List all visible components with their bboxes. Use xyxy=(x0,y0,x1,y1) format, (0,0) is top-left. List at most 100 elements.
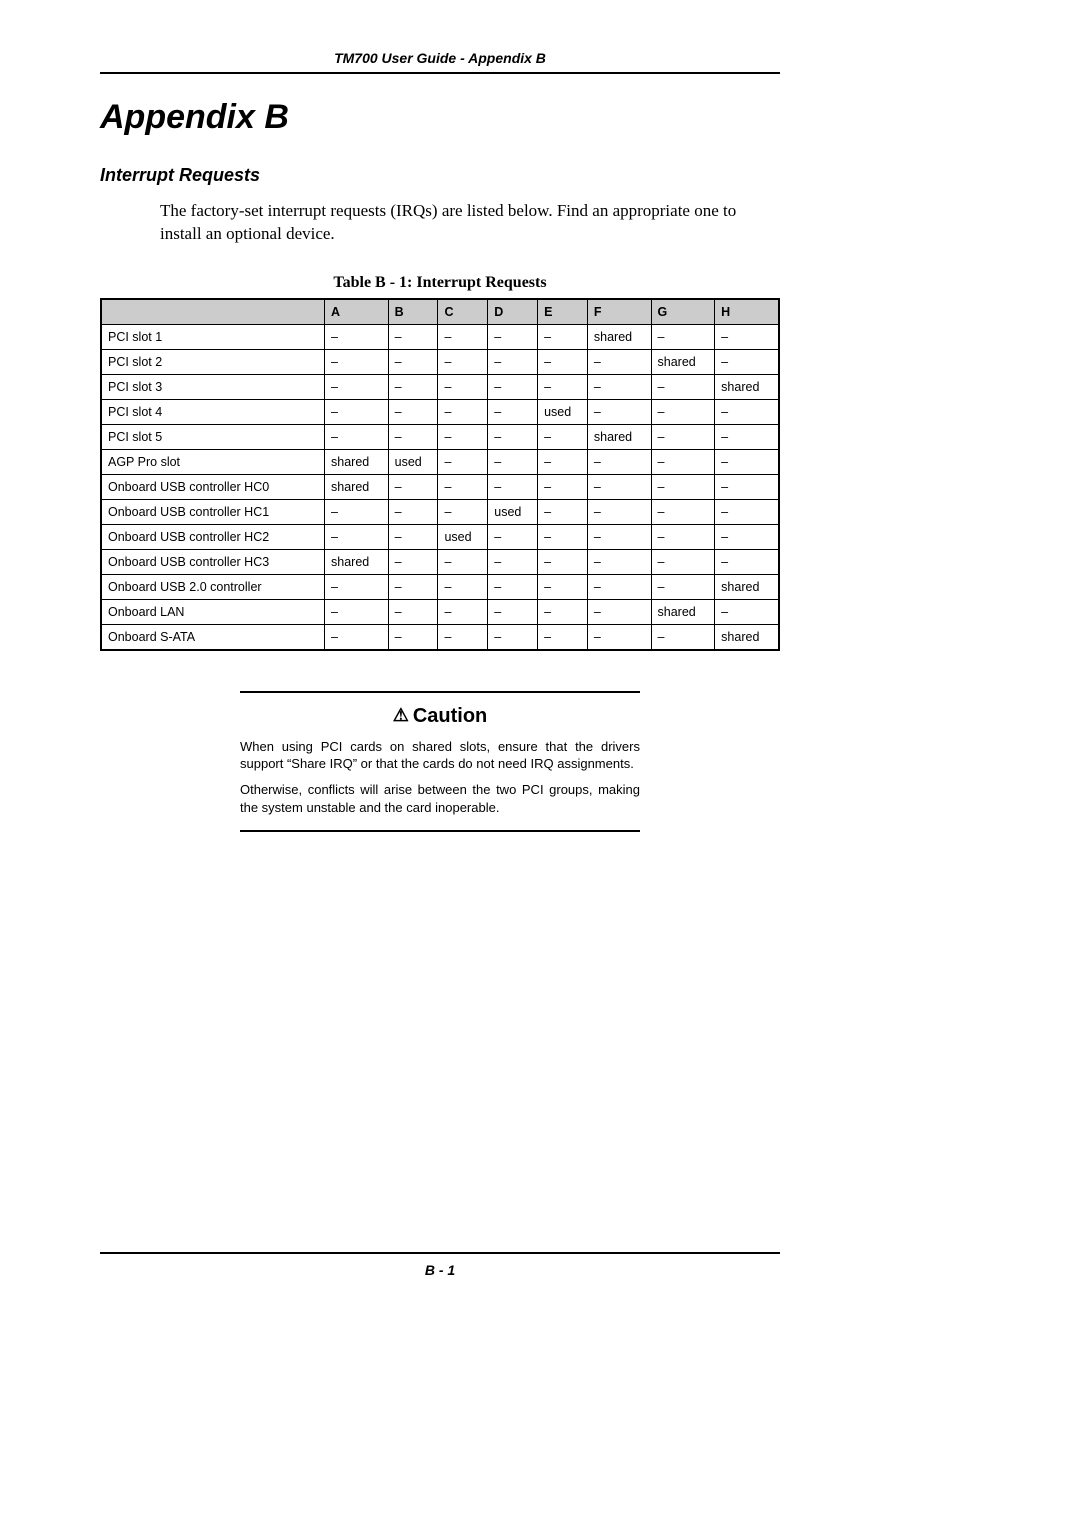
table-cell: used xyxy=(388,449,438,474)
table-cell: – xyxy=(488,549,538,574)
col-header-f: F xyxy=(587,299,651,325)
warning-triangle-icon: ⚠ xyxy=(393,705,409,726)
row-label: Onboard S-ATA xyxy=(101,624,325,650)
table-cell: – xyxy=(388,524,438,549)
table-cell: – xyxy=(438,474,488,499)
col-header-h: H xyxy=(715,299,779,325)
table-cell: – xyxy=(388,549,438,574)
table-cell: – xyxy=(438,574,488,599)
row-label: AGP Pro slot xyxy=(101,449,325,474)
table-cell: – xyxy=(715,399,779,424)
table-row: PCI slot 4––––used––– xyxy=(101,399,779,424)
table-cell: – xyxy=(438,624,488,650)
table-cell: shared xyxy=(325,474,389,499)
col-header-d: D xyxy=(488,299,538,325)
intro-paragraph: The factory-set interrupt requests (IRQs… xyxy=(160,200,780,246)
table-cell: – xyxy=(715,324,779,349)
table-row: Onboard LAN––––––shared– xyxy=(101,599,779,624)
table-cell: – xyxy=(715,349,779,374)
table-cell: – xyxy=(651,624,715,650)
table-cell: – xyxy=(538,499,588,524)
section-heading: Interrupt Requests xyxy=(100,165,780,186)
table-row: Onboard USB controller HC1–––used–––– xyxy=(101,499,779,524)
caution-paragraph-1: When using PCI cards on shared slots, en… xyxy=(240,738,640,773)
row-label: PCI slot 2 xyxy=(101,349,325,374)
table-cell: – xyxy=(325,599,389,624)
table-cell: – xyxy=(438,324,488,349)
table-cell: – xyxy=(388,349,438,374)
col-header-blank xyxy=(101,299,325,325)
table-cell: – xyxy=(538,324,588,349)
table-cell: – xyxy=(325,374,389,399)
table-cell: – xyxy=(587,374,651,399)
table-cell: – xyxy=(651,399,715,424)
table-cell: – xyxy=(538,349,588,374)
table-cell: – xyxy=(488,574,538,599)
table-cell: – xyxy=(538,374,588,399)
table-cell: – xyxy=(325,499,389,524)
table-cell: – xyxy=(651,549,715,574)
table-cell: shared xyxy=(325,549,389,574)
table-cell: – xyxy=(587,624,651,650)
table-cell: – xyxy=(715,549,779,574)
table-cell: shared xyxy=(587,424,651,449)
table-row: PCI slot 5–––––shared–– xyxy=(101,424,779,449)
table-cell: – xyxy=(651,424,715,449)
table-row: AGP Pro slotsharedused–––––– xyxy=(101,449,779,474)
table-cell: – xyxy=(587,399,651,424)
table-cell: – xyxy=(325,399,389,424)
page-footer: B - 1 xyxy=(100,1252,780,1278)
table-cell: – xyxy=(488,324,538,349)
caution-bottom-rule xyxy=(240,830,640,832)
table-cell: – xyxy=(587,599,651,624)
table-cell: – xyxy=(488,374,538,399)
table-cell: – xyxy=(538,524,588,549)
table-cell: – xyxy=(651,324,715,349)
table-cell: – xyxy=(438,499,488,524)
table-cell: – xyxy=(488,599,538,624)
table-row: Onboard USB controller HC0shared––––––– xyxy=(101,474,779,499)
table-cell: shared xyxy=(715,574,779,599)
row-label: Onboard USB controller HC1 xyxy=(101,499,325,524)
col-header-b: B xyxy=(388,299,438,325)
table-caption: Table B - 1: Interrupt Requests xyxy=(100,274,780,292)
table-cell: – xyxy=(651,449,715,474)
table-cell: – xyxy=(438,399,488,424)
table-cell: – xyxy=(325,424,389,449)
table-cell: – xyxy=(715,599,779,624)
page-number: B - 1 xyxy=(425,1262,455,1278)
table-cell: – xyxy=(587,449,651,474)
table-row: Onboard S-ATA–––––––shared xyxy=(101,624,779,650)
table-cell: – xyxy=(488,524,538,549)
table-cell: – xyxy=(715,474,779,499)
table-cell: – xyxy=(388,599,438,624)
table-cell: – xyxy=(488,349,538,374)
table-cell: – xyxy=(538,424,588,449)
table-cell: – xyxy=(538,549,588,574)
table-cell: used xyxy=(488,499,538,524)
table-row: PCI slot 1–––––shared–– xyxy=(101,324,779,349)
running-head: TM700 User Guide - Appendix B xyxy=(100,50,780,74)
table-row: Onboard USB 2.0 controller–––––––shared xyxy=(101,574,779,599)
table-cell: – xyxy=(438,449,488,474)
page-title: Appendix B xyxy=(100,98,780,137)
row-label: PCI slot 5 xyxy=(101,424,325,449)
table-cell: – xyxy=(388,399,438,424)
table-cell: – xyxy=(388,474,438,499)
row-label: Onboard USB controller HC2 xyxy=(101,524,325,549)
table-cell: – xyxy=(587,549,651,574)
table-cell: used xyxy=(538,399,588,424)
table-cell: – xyxy=(388,624,438,650)
table-cell: – xyxy=(488,399,538,424)
row-label: Onboard LAN xyxy=(101,599,325,624)
col-header-e: E xyxy=(538,299,588,325)
table-cell: – xyxy=(715,524,779,549)
table-cell: shared xyxy=(715,374,779,399)
table-cell: – xyxy=(388,499,438,524)
table-header-row: A B C D E F G H xyxy=(101,299,779,325)
col-header-a: A xyxy=(325,299,389,325)
caution-paragraph-2: Otherwise, conflicts will arise between … xyxy=(240,781,640,816)
table-cell: – xyxy=(488,449,538,474)
table-cell: – xyxy=(651,524,715,549)
table-cell: – xyxy=(587,499,651,524)
